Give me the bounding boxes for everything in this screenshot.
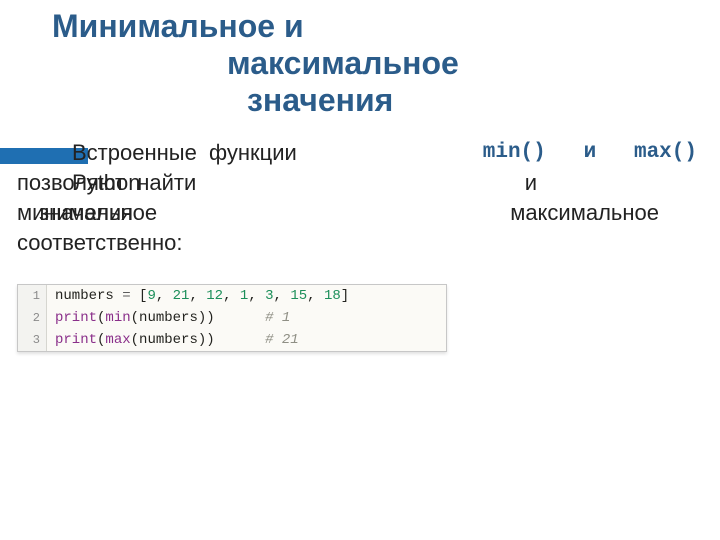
keyword-min-max: min() и max() <box>483 138 697 168</box>
body-text: Встроенные функции min() и max() Python … <box>17 138 697 258</box>
body-row-4: соответственно: <box>17 228 697 258</box>
body-r2-over: позволяют найти <box>17 168 196 198</box>
slide: Минимальное и максимальное значения Встр… <box>0 0 720 540</box>
slide-title: Минимальное и максимальное значения <box>52 8 672 119</box>
code-line: 3print(max(numbers)) # 21 <box>18 329 446 351</box>
body-r3-right: максимальное <box>510 198 697 228</box>
line-number: 3 <box>18 329 47 351</box>
code-content: print(min(numbers)) # 1 <box>47 307 446 329</box>
code-line: 2print(min(numbers)) # 1 <box>18 307 446 329</box>
line-number: 1 <box>18 285 47 307</box>
body-row-2: Python позволяют найти и <box>17 168 697 198</box>
body-r1-left: Встроенные функции <box>17 138 297 168</box>
body-row-1: Встроенные функции min() и max() <box>17 138 697 168</box>
title-line-2: максимальное <box>52 45 672 82</box>
title-line-1: Минимальное и <box>52 8 672 45</box>
body-r3-over: минимальное <box>17 198 157 228</box>
body-r2-right: и <box>525 168 697 198</box>
line-number: 2 <box>18 307 47 329</box>
code-content: numbers = [9, 21, 12, 1, 3, 15, 18] <box>47 285 446 307</box>
code-snippet: 1numbers = [9, 21, 12, 1, 3, 15, 18]2pri… <box>17 284 447 352</box>
title-line-3: значения <box>52 82 672 119</box>
body-row-3: значения минимальное максимальное <box>17 198 697 228</box>
code-line: 1numbers = [9, 21, 12, 1, 3, 15, 18] <box>18 285 446 307</box>
code-content: print(max(numbers)) # 21 <box>47 329 446 351</box>
